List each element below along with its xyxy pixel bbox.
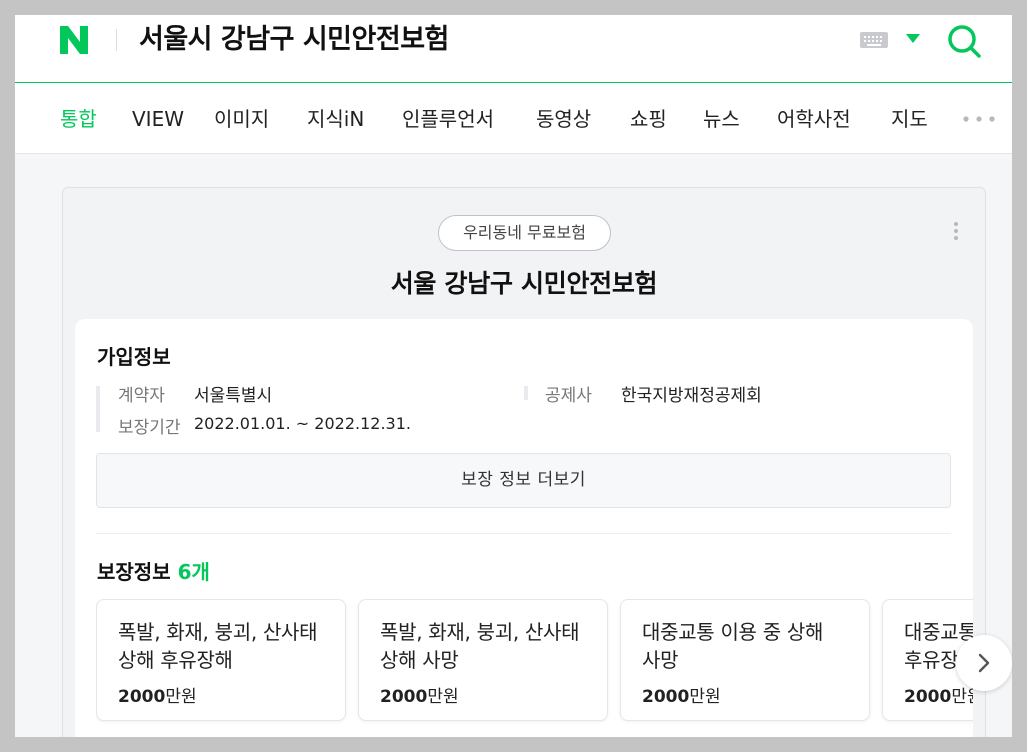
search-results-page: 서울시 강남구 시민안전보험 통합 VIEW 이미지 지식iN 인플루언서 동영… bbox=[15, 15, 1012, 737]
coverage-amount-unit: 만원 bbox=[427, 687, 459, 707]
tab-map[interactable]: 지도 bbox=[891, 105, 928, 133]
coverage-amount: 2000만원 bbox=[118, 682, 197, 707]
more-coverage-button[interactable]: 보장 정보 더보기 bbox=[96, 453, 951, 508]
search-query-text[interactable]: 서울시 강남구 시민안전보험 bbox=[139, 18, 449, 62]
coverage-amount-number: 2000 bbox=[904, 687, 952, 707]
chevron-right-icon bbox=[978, 653, 990, 673]
header-divider bbox=[116, 29, 117, 51]
coverage-tile[interactable]: 대중교통 이용 중 상해 사망 2000만원 bbox=[620, 599, 870, 721]
card-title: 서울 강남구 시민안전보험 bbox=[390, 269, 658, 298]
coverage-amount-number: 2000 bbox=[118, 687, 166, 707]
insurer-value: 한국지방재정공제회 bbox=[621, 386, 762, 406]
naver-logo-icon[interactable] bbox=[57, 23, 91, 57]
insurance-card: 우리동네 무료보험 서울 강남구 시민안전보험 가입정보 계약자 서울특별시 공… bbox=[62, 187, 986, 737]
tab-view[interactable]: VIEW bbox=[132, 105, 184, 133]
coverage-name: 대중교통 이용 중 상해 사망 bbox=[642, 620, 824, 672]
enroll-section-title: 가입정보 bbox=[97, 345, 171, 369]
tab-dictionary[interactable]: 어학사전 bbox=[777, 105, 851, 133]
period-label: 보장기간 bbox=[118, 418, 181, 438]
tab-shopping[interactable]: 쇼핑 bbox=[630, 105, 667, 133]
card-content: 가입정보 계약자 서울특별시 공제사 한국지방재정공제회 보장기간 2022.0… bbox=[75, 319, 973, 737]
period-value: 2022.01.01. ~ 2022.12.31. bbox=[194, 414, 411, 433]
coverage-amount-unit: 만원 bbox=[689, 687, 721, 707]
kebab-menu-icon[interactable] bbox=[953, 221, 959, 241]
tab-images[interactable]: 이미지 bbox=[214, 105, 269, 133]
coverage-name: 폭발, 화재, 붕괴, 산사태 상해 후유장해 bbox=[118, 620, 318, 672]
coverage-name: 폭발, 화재, 붕괴, 산사태 상해 사망 bbox=[380, 620, 580, 672]
category-pill[interactable]: 우리동네 무료보험 bbox=[438, 215, 611, 251]
tab-news[interactable]: 뉴스 bbox=[703, 105, 740, 133]
coverage-tile[interactable]: 폭발, 화재, 붕괴, 산사태 상해 사망 2000만원 bbox=[358, 599, 608, 721]
carousel-next-button[interactable] bbox=[956, 635, 1012, 691]
coverage-tile[interactable]: 폭발, 화재, 붕괴, 산사태 상해 후유장해 2000만원 bbox=[96, 599, 346, 721]
keyboard-icon[interactable] bbox=[859, 30, 889, 50]
contractor-label: 계약자 bbox=[118, 386, 165, 406]
tab-video[interactable]: 동영상 bbox=[536, 105, 591, 133]
coverage-title-text: 보장정보 bbox=[97, 560, 171, 584]
info-bar-right bbox=[524, 386, 528, 400]
coverage-amount-number: 2000 bbox=[380, 687, 428, 707]
tab-knowledge-in[interactable]: 지식iN bbox=[307, 105, 364, 133]
contractor-value: 서울특별시 bbox=[194, 386, 273, 406]
coverage-amount-unit: 만원 bbox=[951, 687, 973, 707]
coverage-amount: 2000만원 bbox=[904, 682, 973, 707]
coverage-count: 6개 bbox=[177, 560, 210, 584]
coverage-amount: 2000만원 bbox=[642, 682, 721, 707]
insurer-label: 공제사 bbox=[545, 386, 592, 406]
coverage-amount: 2000만원 bbox=[380, 682, 459, 707]
tab-influencer[interactable]: 인플루언서 bbox=[402, 105, 494, 133]
coverage-amount-number: 2000 bbox=[642, 687, 690, 707]
tab-integrated[interactable]: 통합 bbox=[60, 105, 97, 133]
info-bar-left bbox=[96, 386, 100, 432]
more-tabs-icon[interactable] bbox=[961, 115, 997, 123]
coverage-section-title: 보장정보 6개 bbox=[97, 556, 210, 585]
search-icon[interactable] bbox=[946, 23, 982, 59]
search-tab-bar: 통합 VIEW 이미지 지식iN 인플루언서 동영상 쇼핑 뉴스 어학사전 지도 bbox=[15, 83, 1012, 154]
coverage-carousel: 폭발, 화재, 붕괴, 산사태 상해 후유장해 2000만원 폭발, 화재, 붕… bbox=[96, 599, 973, 729]
coverage-amount-unit: 만원 bbox=[165, 687, 197, 707]
dropdown-icon[interactable] bbox=[906, 34, 920, 44]
section-divider bbox=[96, 533, 951, 534]
search-header: 서울시 강남구 시민안전보험 bbox=[15, 15, 1012, 83]
